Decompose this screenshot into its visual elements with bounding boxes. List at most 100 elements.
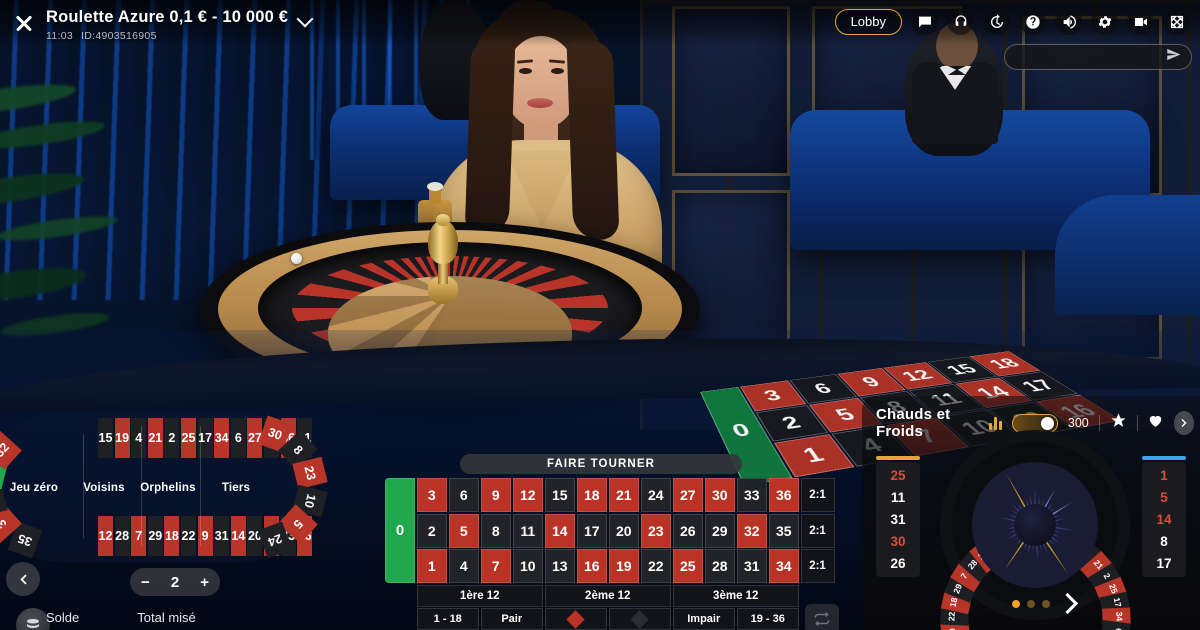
racetrack-section-1[interactable]: Voisins <box>72 482 136 494</box>
bet-cell-28[interactable]: 28 <box>705 549 736 583</box>
headset-support-icon[interactable] <box>947 8 974 35</box>
bet-column-1[interactable]: 2:1 <box>801 478 835 512</box>
chat-icon[interactable] <box>911 8 938 35</box>
chevron-down-icon[interactable] <box>296 9 314 27</box>
racetrack-number[interactable]: 29 <box>148 516 163 556</box>
bet-cell-22[interactable]: 22 <box>641 549 672 583</box>
bet-column-2[interactable]: 2:1 <box>801 514 835 548</box>
bet-cell-14[interactable]: 14 <box>545 514 576 548</box>
bet-dozen-3[interactable]: 3ème 12 <box>673 585 800 607</box>
betting-table[interactable]: 0 3 6 9 12 15 18 21 24 27 30 33 36 2:1 2 5 8 11 14 17 20 23 26… <box>385 478 835 630</box>
send-paper-plane-icon[interactable] <box>1166 47 1181 67</box>
bet-cell-9[interactable]: 9 <box>481 478 512 512</box>
statistics-wheel[interactable]: 0321519421225173462713361130823105241633… <box>940 430 1130 620</box>
fullscreen-icon[interactable] <box>1163 8 1190 35</box>
bet-cell-25[interactable]: 25 <box>673 549 704 583</box>
history-icon[interactable] <box>983 8 1010 35</box>
volume-icon[interactable] <box>1055 8 1082 35</box>
racetrack-number[interactable]: 18 <box>164 516 179 556</box>
racetrack-number[interactable]: 7 <box>131 516 146 556</box>
bet-high[interactable]: 19 - 36 <box>737 608 800 630</box>
bet-cell-6[interactable]: 6 <box>449 478 480 512</box>
racetrack-number[interactable]: 22 <box>181 516 196 556</box>
bet-cell-3[interactable]: 3 <box>417 478 448 512</box>
help-icon[interactable] <box>1019 8 1046 35</box>
racetrack-number[interactable]: 21 <box>148 418 163 458</box>
bet-cell-36[interactable]: 36 <box>769 478 800 512</box>
chevron-right-large-icon[interactable] <box>1058 590 1080 616</box>
bet-cell-23[interactable]: 23 <box>641 514 672 548</box>
repeat-bet-icon[interactable] <box>805 604 839 630</box>
bet-cell-26[interactable]: 26 <box>673 514 704 548</box>
racetrack-number[interactable]: 25 <box>181 418 196 458</box>
chip-value-stepper[interactable]: − 2 + <box>130 568 220 596</box>
pagination-dot[interactable] <box>1027 600 1035 608</box>
bet-cell-13[interactable]: 13 <box>545 549 576 583</box>
bar-chart-icon[interactable] <box>989 416 1002 430</box>
bet-cell-31[interactable]: 31 <box>737 549 768 583</box>
bet-cell-34[interactable]: 34 <box>769 549 800 583</box>
racetrack-number[interactable]: 31 <box>214 516 229 556</box>
bet-cell-27[interactable]: 27 <box>673 478 704 512</box>
bet-cell-20[interactable]: 20 <box>609 514 640 548</box>
racetrack-number[interactable]: 34 <box>214 418 229 458</box>
bet-cell-16[interactable]: 16 <box>577 549 608 583</box>
racetrack-number[interactable]: 6 <box>231 418 246 458</box>
bet-cell-10[interactable]: 10 <box>513 549 544 583</box>
bet-cell-21[interactable]: 21 <box>609 478 640 512</box>
bet-cell-2[interactable]: 2 <box>417 514 448 548</box>
bet-cell-1[interactable]: 1 <box>417 549 448 583</box>
chevron-right-icon[interactable] <box>1174 411 1194 435</box>
chat-input[interactable] <box>1015 51 1166 63</box>
bet-cell-18[interactable]: 18 <box>577 478 608 512</box>
bet-cell-19[interactable]: 19 <box>609 549 640 583</box>
bet-cell-4[interactable]: 4 <box>449 549 480 583</box>
bet-cell-30[interactable]: 30 <box>705 478 736 512</box>
pagination-dot[interactable] <box>1042 600 1050 608</box>
heart-icon[interactable] <box>1147 412 1164 434</box>
bet-cell-12[interactable]: 12 <box>513 478 544 512</box>
racetrack-number[interactable]: 19 <box>115 418 130 458</box>
bet-red[interactable] <box>545 608 608 630</box>
bet-cell-15[interactable]: 15 <box>545 478 576 512</box>
bet-dozen-1[interactable]: 1ère 12 <box>417 585 544 607</box>
stats-pagination[interactable] <box>1012 600 1050 608</box>
bet-cell-33[interactable]: 33 <box>737 478 768 512</box>
racetrack-section-2[interactable]: Orphelins <box>136 482 200 494</box>
racetrack-number[interactable]: 12 <box>98 516 113 556</box>
bet-black[interactable] <box>609 608 672 630</box>
racetrack-number[interactable]: 28 <box>115 516 130 556</box>
racetrack-section-3[interactable]: Tiers <box>204 482 268 494</box>
bet-column-3[interactable]: 2:1 <box>801 549 835 583</box>
bet-even[interactable]: Pair <box>481 608 544 630</box>
back-button[interactable] <box>6 562 40 596</box>
bet-low[interactable]: 1 - 18 <box>417 608 480 630</box>
bet-cell-17[interactable]: 17 <box>577 514 608 548</box>
pagination-dot[interactable] <box>1012 600 1020 608</box>
bet-cell-zero[interactable]: 0 <box>385 478 415 583</box>
increase-chip-button[interactable]: + <box>200 574 209 591</box>
racetrack-number[interactable]: 4 <box>131 418 146 458</box>
decrease-chip-button[interactable]: − <box>141 574 150 591</box>
bet-cell-8[interactable]: 8 <box>481 514 512 548</box>
racetrack-number[interactable]: 15 <box>98 418 113 458</box>
bet-cell-7[interactable]: 7 <box>481 549 512 583</box>
lobby-button[interactable]: Lobby <box>835 9 902 35</box>
bet-cell-29[interactable]: 29 <box>705 514 736 548</box>
session-id: ID:4903516905 <box>81 30 157 42</box>
racetrack-number[interactable]: 2 <box>164 418 179 458</box>
bet-cell-35[interactable]: 35 <box>769 514 800 548</box>
racetrack-bets[interactable]: 1519421225173462713361112287291822931142… <box>0 412 316 562</box>
racetrack-section-0[interactable]: Jeu zéro <box>2 482 66 494</box>
bet-dozen-2[interactable]: 2ème 12 <box>545 585 672 607</box>
video-camera-icon[interactable] <box>1127 8 1154 35</box>
bet-cell-24[interactable]: 24 <box>641 478 672 512</box>
bet-cell-11[interactable]: 11 <box>513 514 544 548</box>
bet-cell-5[interactable]: 5 <box>449 514 480 548</box>
bet-odd[interactable]: Impair <box>673 608 736 630</box>
close-icon[interactable] <box>12 11 36 35</box>
bet-cell-32[interactable]: 32 <box>737 514 768 548</box>
racetrack-number[interactable]: 14 <box>231 516 246 556</box>
settings-gear-icon[interactable] <box>1091 8 1118 35</box>
chat-input-container[interactable] <box>1004 44 1192 70</box>
